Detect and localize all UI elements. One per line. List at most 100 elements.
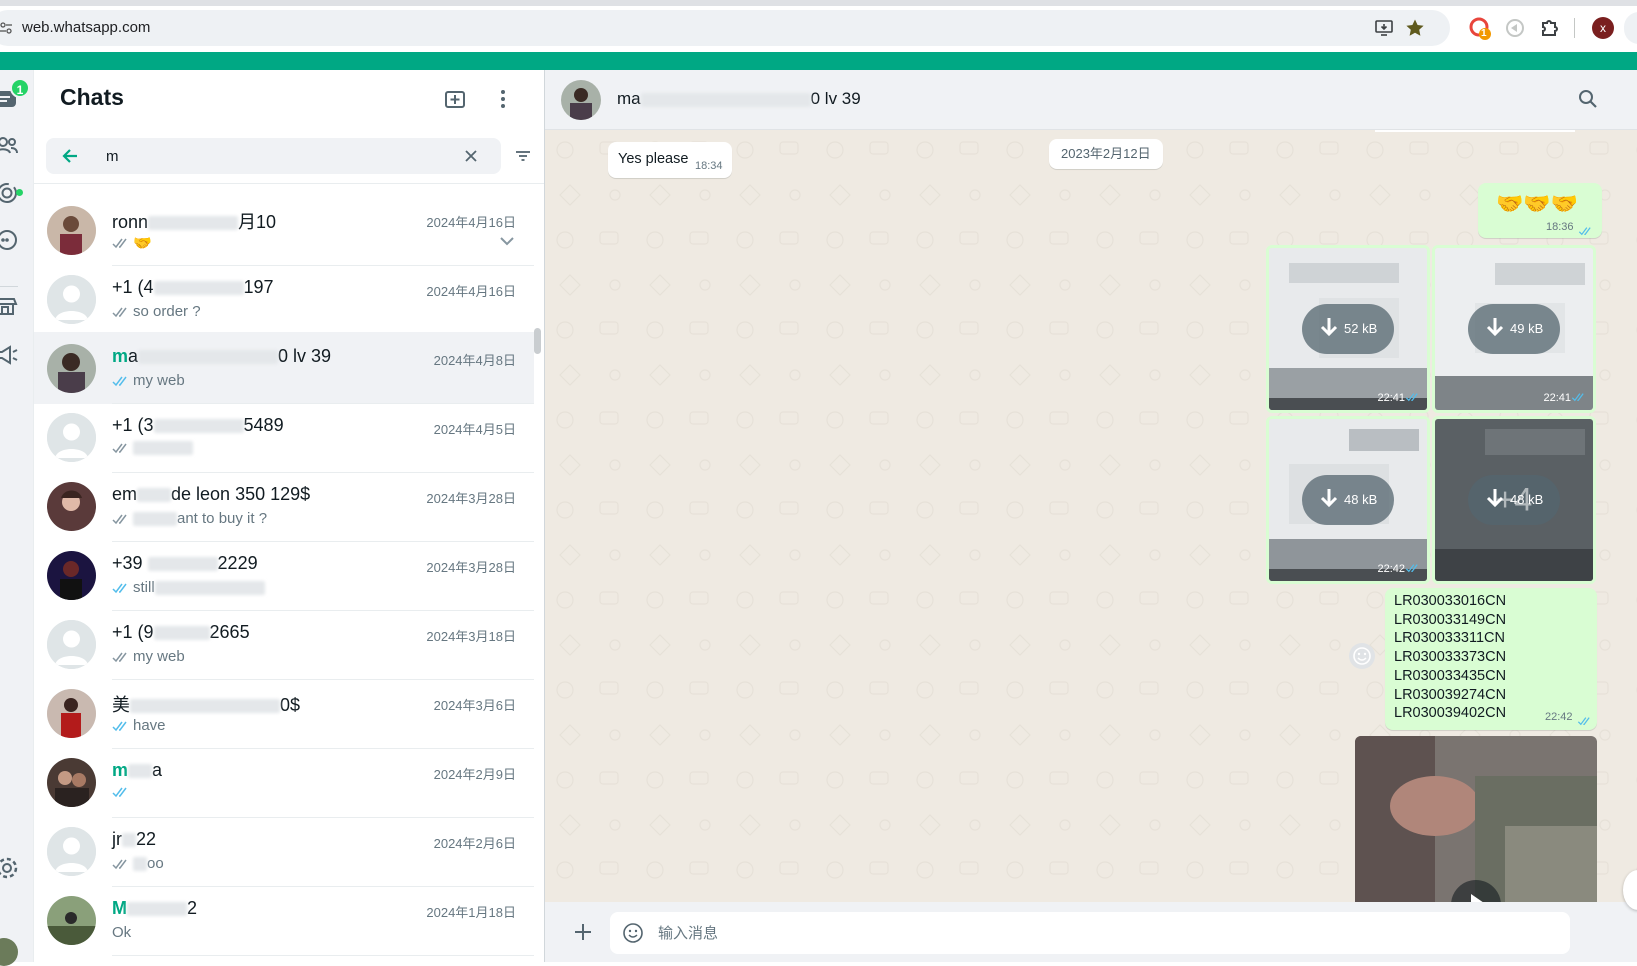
bookmark-star-icon[interactable]	[1405, 18, 1425, 38]
chat-avatar	[47, 896, 96, 945]
attach-plus-icon[interactable]	[571, 920, 595, 944]
message-input-box[interactable]	[610, 912, 1570, 954]
chat-preview: so order ?	[112, 303, 201, 320]
extension-icon[interactable]: 1	[1468, 16, 1492, 40]
chats-unread-badge: 1	[10, 78, 30, 98]
store-icon[interactable]	[0, 293, 20, 319]
download-arrow-icon	[1320, 489, 1338, 508]
chat-preview: Ok	[112, 924, 132, 941]
contact-avatar[interactable]	[561, 80, 601, 120]
download-button[interactable]: 52 kB	[1302, 304, 1394, 354]
video-thumbnail[interactable]	[1355, 736, 1597, 902]
message-input[interactable]	[658, 922, 1538, 944]
message-text: 🤝🤝🤝	[1496, 191, 1579, 216]
rail-divider	[0, 286, 18, 287]
chat-name: ronn 月10	[112, 212, 277, 232]
image-thumbnail[interactable]: 48 kB 22:42	[1266, 416, 1430, 584]
chat-item[interactable]: +1 (9 2665 2024年3月18日 my web	[34, 608, 534, 680]
message-time: 22:42	[1377, 563, 1405, 575]
chat-name: +39 2229	[112, 553, 258, 573]
search-input[interactable]	[106, 144, 446, 168]
browser-menu-button[interactable]	[1624, 12, 1637, 44]
chat-date: 2024年2月9日	[433, 767, 516, 782]
read-tick-icon	[112, 442, 130, 454]
chat-preview: still	[112, 579, 265, 596]
message-time: 18:36	[1546, 221, 1574, 233]
chat-item[interactable]: em de leon 350 129$ 2024年3月28日 ant to buy…	[34, 470, 534, 542]
chat-preview: have	[112, 717, 166, 734]
read-tick-icon	[112, 858, 130, 870]
tracking-number: LR030033149CN	[1394, 611, 1507, 628]
extensions-puzzle-icon[interactable]	[1538, 16, 1562, 40]
chat-item[interactable]: jr 22 2024年2月6日 oo	[34, 815, 534, 887]
date-separator: 2023年2月12日	[1049, 139, 1163, 169]
site-info-icon[interactable]	[0, 21, 12, 35]
chat-item[interactable]: ronn 月10 2024年4月16日 🤝	[34, 194, 534, 266]
chat-list-scrollbar[interactable]	[534, 328, 541, 354]
default-avatar-icon	[47, 413, 96, 462]
tracking-numbers-message[interactable]: LR030033016CN LR030033149CN LR030033311C…	[1385, 588, 1597, 730]
contact-name[interactable]: ma 0 lv 39	[617, 89, 861, 109]
message-time: 22:42	[1545, 711, 1573, 723]
chat-list-header: Chats	[34, 70, 544, 130]
chat-item[interactable]: 美 0$ 2024年3月6日 have	[34, 677, 534, 749]
filter-icon[interactable]	[513, 146, 533, 166]
emoji-icon[interactable]	[622, 922, 644, 944]
outgoing-emoji-message[interactable]: 🤝🤝🤝 18:36	[1478, 183, 1602, 238]
read-tick-icon	[1577, 713, 1593, 731]
image-thumbnail[interactable]: 52 kB 22:41	[1266, 245, 1430, 413]
chat-name: 美 0$	[112, 695, 301, 715]
conversation-header[interactable]: ma 0 lv 39	[545, 70, 1637, 130]
address-bar[interactable]: web.whatsapp.com	[0, 10, 1450, 46]
chevron-down-icon[interactable]	[498, 234, 516, 248]
chat-item[interactable]: +1 (3 5489 2024年4月5日	[34, 401, 534, 473]
clear-search-icon[interactable]	[462, 147, 480, 165]
chat-item[interactable]: M2 2024年1月18日 Ok	[34, 884, 534, 956]
chat-date: 2024年4月8日	[433, 353, 516, 368]
play-icon[interactable]	[1451, 880, 1501, 902]
read-tick-icon	[112, 720, 130, 732]
whatsapp-app: 1 Chats m ronn 月10 2024年4月16日 🤝 +1 (4 19…	[0, 70, 1637, 966]
profile-avatar[interactable]: x	[1592, 17, 1614, 39]
chat-avatar	[47, 344, 96, 393]
channels-icon[interactable]	[0, 227, 20, 253]
chat-avatar	[47, 206, 96, 255]
contacts-icon[interactable]	[0, 133, 20, 159]
chat-avatar	[47, 551, 96, 600]
incoming-message[interactable]: Yes please 18:34	[608, 142, 732, 178]
read-tick-icon	[112, 582, 130, 594]
back-arrow-icon[interactable]	[60, 146, 80, 166]
default-avatar-icon	[47, 620, 96, 669]
chat-item[interactable]: +39 2229 2024年3月28日 still	[34, 539, 534, 611]
broadcast-icon[interactable]	[0, 342, 20, 368]
chat-item[interactable]: +1 (4 197 2024年4月16日 so order ?	[34, 263, 534, 335]
chat-name: ma	[112, 760, 163, 780]
chat-item[interactable]: ma 2024年2月9日	[34, 746, 534, 818]
tracking-number: LR030033373CN	[1394, 649, 1507, 666]
chat-date: 2024年2月6日	[433, 836, 516, 851]
new-chat-icon[interactable]	[443, 86, 469, 112]
chat-name: M2	[112, 898, 198, 918]
image-thumbnail[interactable]: 49 kB 22:41	[1432, 245, 1596, 413]
chat-item-active[interactable]: ma 0 lv 39 2024年4月8日 my web	[34, 332, 534, 404]
react-emoji-icon[interactable]	[1349, 643, 1375, 669]
download-button[interactable]: 49 kB	[1468, 304, 1560, 354]
file-size: 49 kB	[1510, 321, 1544, 336]
install-app-icon[interactable]	[1374, 18, 1394, 38]
download-button[interactable]: 48 kB	[1302, 475, 1394, 525]
chat-list-panel: Chats ronn月10	[34, 70, 545, 962]
settings-icon[interactable]	[0, 855, 20, 881]
url-text[interactable]: web.whatsapp.com	[22, 19, 150, 36]
extension-gray-icon[interactable]	[1503, 16, 1527, 40]
chat-preview: 🤝	[112, 234, 152, 252]
message-text: Yes please	[618, 151, 689, 167]
search-icon[interactable]	[1577, 88, 1599, 110]
message-area[interactable]: Yes please 18:34 2023年2月12日 🤝🤝🤝 18:36 52…	[545, 130, 1637, 902]
menu-dots-icon[interactable]	[490, 86, 516, 112]
image-thumbnail-more[interactable]: 48 kB +4	[1432, 416, 1596, 584]
chat-date: 2024年3月6日	[433, 698, 516, 713]
tracking-number: LR030039402CN	[1394, 705, 1507, 722]
chat-name: +1 (4 197	[112, 277, 274, 297]
message-time: 22:41	[1543, 392, 1571, 404]
chat-preview	[112, 441, 193, 455]
